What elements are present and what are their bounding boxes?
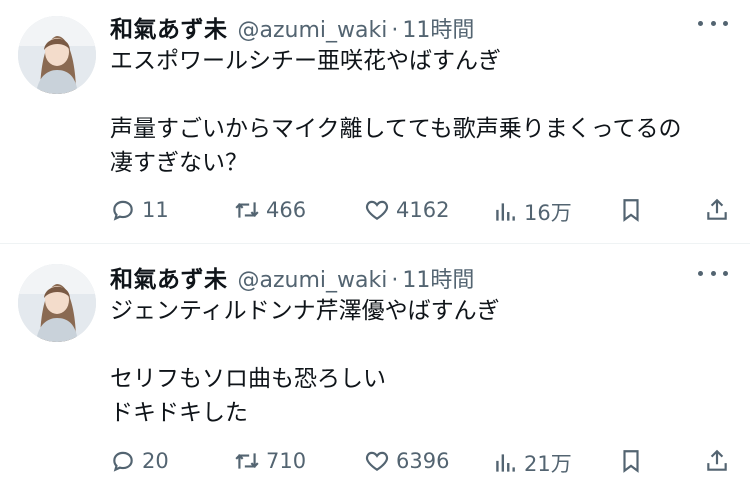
tweet-text: エスポワールシチー亜咲花やばすんぎ 声量すごいからマイク離してても歌声乗りまくっ… <box>110 44 730 180</box>
heart-icon <box>365 200 389 220</box>
retweet-icon <box>235 202 259 218</box>
tweet-line: 凄すぎない？ <box>110 150 248 176</box>
retweet-count: 466 <box>266 198 307 222</box>
views-count: 16万 <box>524 201 572 225</box>
tweet-line: ドキドキした <box>110 400 248 426</box>
like-count: 4162 <box>396 198 450 222</box>
timestamp[interactable]: 11時間 <box>402 262 474 294</box>
tweet[interactable]: 和氣あず未 @azumi_waki · 11時間 ジェンティルドンナ芹澤優やばす… <box>0 250 750 487</box>
author-handle[interactable]: @azumi_waki <box>238 18 388 43</box>
views-button[interactable]: 21万 <box>492 448 572 478</box>
tweet-text: ジェンティルドンナ芹澤優やばすんぎ セリフもソロ曲も恐ろしい ドキドキした <box>110 294 730 430</box>
bookmark-icon <box>623 450 639 473</box>
share-icon <box>707 449 727 471</box>
heart-icon <box>365 451 389 471</box>
bookmark-button[interactable] <box>618 448 644 478</box>
retweet-button[interactable]: 466 <box>234 197 306 223</box>
reply-count: 20 <box>142 449 169 473</box>
separator: · <box>391 18 399 43</box>
tweet-line: エスポワールシチー亜咲花やばすんぎ <box>110 48 501 74</box>
reply-icon <box>113 200 133 221</box>
share-button[interactable] <box>704 448 730 478</box>
tweet-header: 和氣あず未 @azumi_waki · 11時間 <box>110 260 474 294</box>
views-chart-icon <box>496 454 515 472</box>
retweet-button[interactable]: 710 <box>234 448 306 474</box>
tweet-header: 和氣あず未 @azumi_waki · 11時間 <box>110 10 474 44</box>
views-count: 21万 <box>524 452 572 476</box>
like-button[interactable]: 6396 <box>364 448 449 474</box>
timestamp[interactable]: 11時間 <box>402 12 474 44</box>
author-name[interactable]: 和氣あず未 <box>110 260 228 294</box>
views-chart-icon <box>496 203 515 221</box>
views-button[interactable]: 16万 <box>492 197 572 227</box>
reply-count: 11 <box>142 198 169 222</box>
tweet-line: 声量すごいからマイク離してても歌声乗りまくってるの <box>110 116 682 142</box>
tweet-line: セリフもソロ曲も恐ろしい <box>110 366 386 392</box>
author-name[interactable]: 和氣あず未 <box>110 10 228 44</box>
action-bar: 20 710 6396 21万 <box>110 448 730 478</box>
action-bar: 11 466 4162 16万 <box>110 197 730 227</box>
bookmark-button[interactable] <box>618 197 644 227</box>
share-icon <box>707 198 727 220</box>
reply-button[interactable]: 20 <box>110 448 169 474</box>
more-dots-icon[interactable] <box>698 266 728 280</box>
like-button[interactable]: 4162 <box>364 197 449 223</box>
reply-button[interactable]: 11 <box>110 197 169 223</box>
retweet-count: 710 <box>266 449 307 473</box>
tweet-divider <box>0 243 750 244</box>
author-handle[interactable]: @azumi_waki <box>238 268 388 293</box>
reply-icon <box>113 451 133 472</box>
bookmark-icon <box>623 199 639 222</box>
tweet[interactable]: 和氣あず未 @azumi_waki · 11時間 エスポワールシチー亜咲花やばす… <box>0 0 750 243</box>
more-dots-icon[interactable] <box>698 16 728 30</box>
separator: · <box>391 268 399 293</box>
like-count: 6396 <box>396 449 450 473</box>
tweet-line: ジェンティルドンナ芹澤優やばすんぎ <box>110 298 500 324</box>
share-button[interactable] <box>704 197 730 227</box>
retweet-icon <box>235 453 259 469</box>
avatar[interactable] <box>18 16 96 94</box>
avatar[interactable] <box>18 264 96 342</box>
